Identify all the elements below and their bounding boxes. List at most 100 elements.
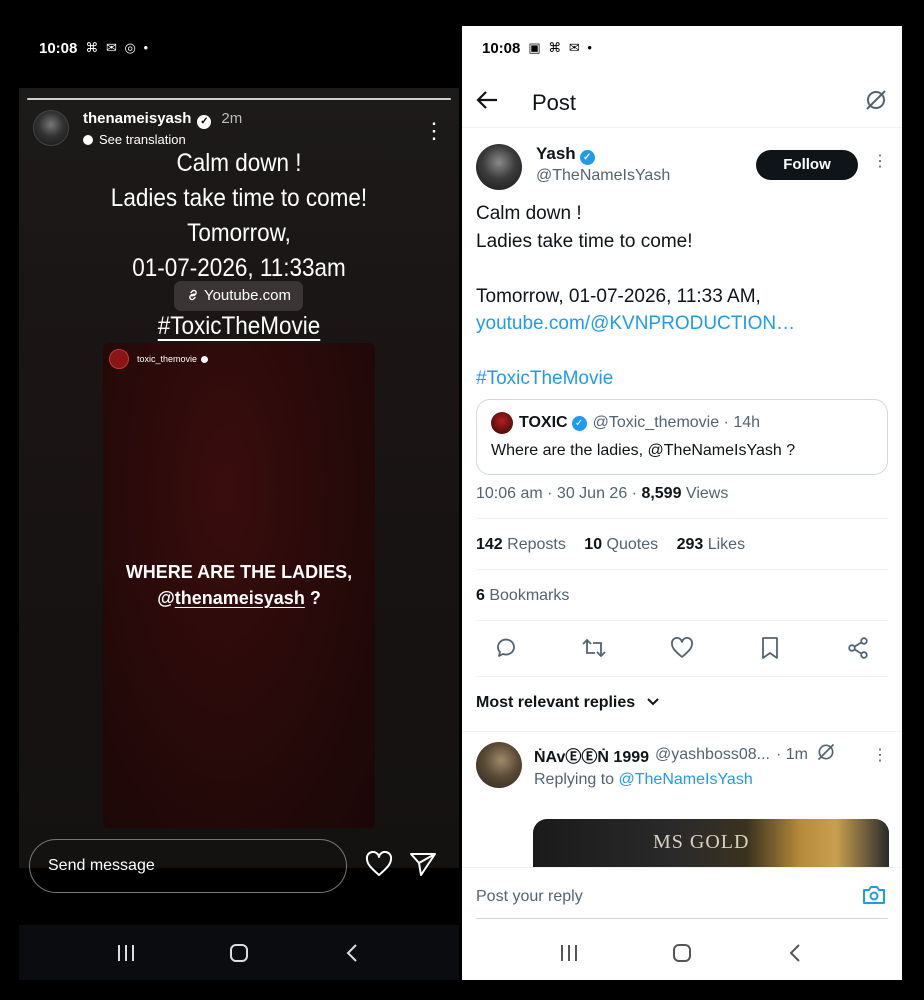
author-name[interactable]: Yash (536, 144, 576, 163)
divider (476, 676, 888, 677)
status-time: 10:08 (482, 39, 521, 57)
more-options-icon[interactable]: ⋮ (872, 745, 888, 765)
view-count: 8,599 (641, 485, 682, 502)
embedded-avatar (109, 349, 129, 369)
reply-item[interactable]: ṄAvⒺⒺṄ 1999 @yashboss08... · 1m ⋮ Replyi… (476, 742, 888, 789)
reply-avatar[interactable] (476, 742, 522, 788)
translation-icon (83, 135, 93, 145)
author-handle[interactable]: @TheNameIsYash (536, 167, 670, 185)
tweet-text: Calm down ! Ladies take time to come! To… (476, 200, 888, 393)
reply-time: · 1m (775, 745, 808, 763)
page-title: Post (532, 89, 577, 115)
divider (476, 918, 888, 919)
bookmark-icon[interactable] (756, 634, 784, 662)
home-icon[interactable] (662, 938, 702, 968)
repost-icon[interactable] (580, 634, 608, 662)
replying-to: Replying to @TheNameIsYash (534, 771, 753, 788)
instagram-story-phone: 10:08 ⌘ ✉ ◎ • 🔇︎ 84 thenameisyash ✓ 2m (19, 26, 459, 980)
embedded-story-card[interactable]: toxic_themovie WHERE ARE THE LADIES, @th… (103, 343, 375, 828)
like-heart-icon[interactable] (365, 850, 393, 882)
likes-count[interactable]: 293 Likes (677, 536, 746, 553)
replies-sort-dropdown[interactable]: Most relevant replies (476, 694, 660, 712)
story-line: Tomorrow, (187, 219, 291, 247)
threads-icon: @ (157, 588, 175, 608)
more-options-icon[interactable]: ⋮ (872, 154, 888, 170)
embedded-story-text: WHERE ARE THE LADIES, @thenameisyash ? (125, 562, 353, 608)
divider (462, 731, 902, 732)
story-progress-bar (27, 98, 451, 100)
story-line: Ladies take time to come! (110, 184, 368, 212)
reply-composer: Post your reply (462, 867, 902, 925)
embedded-username: toxic_themovie (137, 354, 198, 364)
status-bar: 10:08 ▣ ⌘ ✉ • 🔇︎ 84 (462, 26, 902, 70)
verified-badge-icon (201, 355, 209, 363)
more-options-icon[interactable]: ⋮ (423, 120, 445, 142)
post-reply-input[interactable]: Post your reply (476, 888, 583, 906)
verified-badge-icon: ✓ (197, 115, 212, 129)
quoted-text: Where are the ladies, @TheNameIsYash ? (491, 442, 796, 459)
send-share-icon[interactable] (409, 851, 437, 882)
story-hashtag[interactable]: #ToxicTheMovie (41, 312, 437, 341)
status-bar: 10:08 ⌘ ✉ ◎ • 🔇︎ 84 (19, 26, 459, 70)
back-icon[interactable] (775, 938, 815, 968)
android-nav-bar (19, 925, 459, 980)
back-icon[interactable] (332, 938, 372, 968)
tweet-action-bar (476, 634, 888, 664)
home-icon[interactable] (219, 938, 259, 968)
reply-author-name[interactable]: ṄAvⒺⒺṄ 1999 (534, 743, 649, 767)
quoted-tweet[interactable]: TOXIC ✓ @Toxic_themovie · 14h Where are … (476, 399, 888, 475)
bookmarks-count[interactable]: 6 Bookmarks (476, 587, 569, 605)
send-message-input[interactable]: Send message (29, 839, 347, 893)
camera-icon[interactable] (862, 884, 886, 911)
engagement-stats: 142 Reposts 10 Quotes 293 Likes (476, 536, 759, 554)
story-author-avatar[interactable] (33, 110, 69, 146)
story-time: 2m (221, 110, 243, 127)
tweet-meta: 10:06 am · 30 Jun 26 · 8,599 Views (476, 485, 729, 502)
status-time: 10:08 (39, 39, 78, 57)
quoted-name: TOXIC (519, 414, 568, 431)
x-post-phone: 10:08 ▣ ⌘ ✉ • 🔇︎ 84 Post (462, 26, 902, 980)
divider (476, 569, 888, 570)
quoted-handle: @Toxic_themovie · 14h (592, 414, 761, 431)
reposts-count[interactable]: 142 Reposts (476, 536, 566, 553)
verified-badge-icon: ✓ (579, 150, 595, 165)
like-icon[interactable] (668, 634, 696, 662)
chevron-down-icon (640, 694, 660, 711)
link-icon (186, 287, 204, 304)
tweet-link[interactable]: youtube.com/@KVNPRODUCTION… (476, 310, 888, 338)
follow-button[interactable]: Follow (756, 150, 858, 180)
youtube-link-sticker[interactable]: Youtube.com (174, 281, 303, 311)
notification-icons: ⌘ ✉ ◎ • (85, 40, 150, 55)
story-text: Calm down ! Ladies take time to come! To… (41, 146, 437, 286)
verified-badge-icon: ✓ (571, 415, 587, 431)
recents-icon[interactable] (106, 938, 146, 968)
story-viewer[interactable]: thenameisyash ✓ 2m See translation ⋮ Calm … (19, 88, 459, 868)
divider (476, 620, 888, 621)
reply-image[interactable]: MS GOLD (533, 819, 889, 867)
embedded-mention[interactable]: thenameisyash (175, 588, 305, 608)
android-nav-bar (462, 925, 902, 980)
back-arrow-icon[interactable] (476, 90, 498, 115)
see-translation-link[interactable]: See translation (83, 132, 242, 147)
quotes-count[interactable]: 10 Quotes (584, 536, 658, 553)
story-line: Calm down ! (176, 149, 302, 177)
reply-icon[interactable] (492, 634, 520, 662)
story-reply-bar: Send message (19, 838, 459, 894)
grok-icon[interactable] (864, 88, 888, 117)
author-avatar[interactable] (476, 144, 522, 190)
post-top-bar: Post (462, 78, 902, 128)
share-icon[interactable] (844, 634, 872, 662)
tweet-timestamp: 10:06 am · 30 Jun 26 · (476, 485, 642, 502)
notification-icons: ▣ ⌘ ✉ • (528, 40, 594, 55)
grok-icon[interactable] (816, 742, 836, 767)
divider (476, 518, 888, 519)
story-username[interactable]: thenameisyash (83, 110, 191, 127)
recents-icon[interactable] (549, 938, 589, 968)
reply-image-text: MS GOLD (653, 831, 750, 853)
reply-author-handle[interactable]: @yashboss08... (655, 746, 770, 764)
quoted-avatar (491, 412, 513, 434)
tweet-hashtag[interactable]: #ToxicTheMovie (476, 365, 888, 393)
screenshot-root: 10:08 ⌘ ✉ ◎ • 🔇︎ 84 thenameisyash ✓ 2m (0, 0, 924, 1000)
replying-to-handle[interactable]: @TheNameIsYash (619, 771, 753, 788)
tweet-header: Yash ✓ @TheNameIsYash Follow ⋮ (476, 144, 888, 190)
